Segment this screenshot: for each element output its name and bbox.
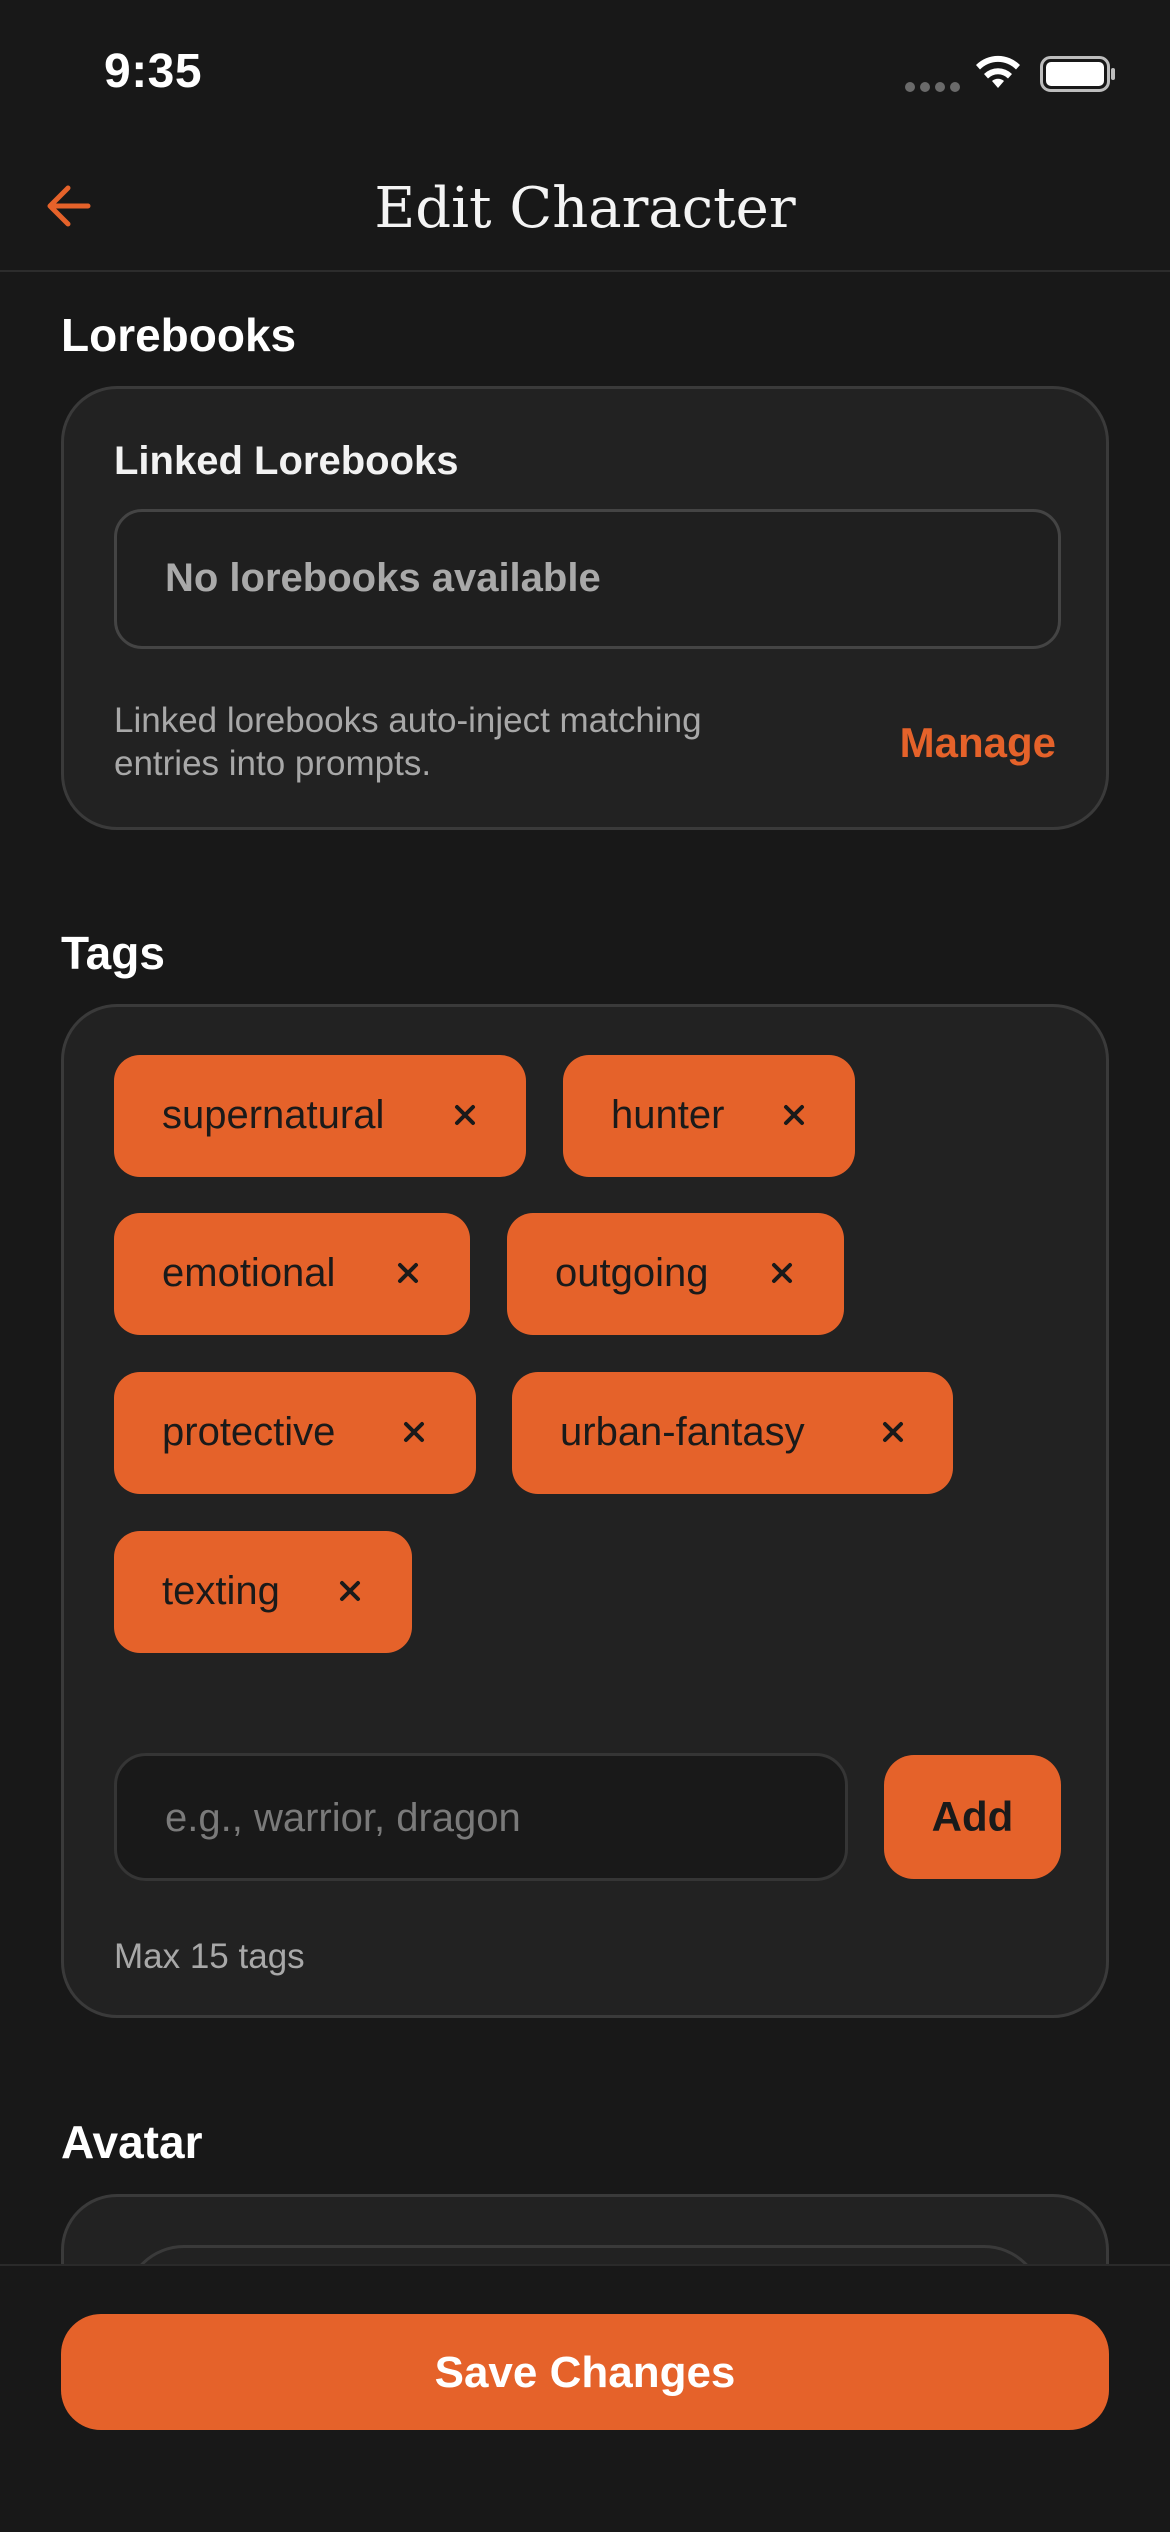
tag-input[interactable]: e.g., warrior, dragon	[114, 1753, 848, 1881]
tag-label: hunter	[611, 1093, 725, 1137]
max-tags-note: Max 15 tags	[114, 1937, 305, 1976]
tag-chip[interactable]: outgoing	[507, 1213, 844, 1335]
tag-label: urban-fantasy	[560, 1410, 805, 1454]
tag-chip[interactable]: hunter	[563, 1055, 855, 1177]
tags-section-title: Tags	[61, 927, 165, 979]
status-time: 9:35	[104, 45, 203, 98]
tag-label: outgoing	[555, 1251, 709, 1295]
tags-card: supernatural hunter emotional outgoing p…	[61, 1004, 1109, 2018]
close-icon[interactable]	[769, 1260, 795, 1286]
avatar-input[interactable]	[124, 2245, 1044, 2264]
add-tag-button[interactable]: Add	[884, 1755, 1061, 1879]
tag-chip[interactable]: texting	[114, 1531, 412, 1653]
footer-bar: Save Changes	[0, 2264, 1170, 2532]
form-content[interactable]: Lorebooks Linked Lorebooks No lorebooks …	[0, 274, 1170, 2264]
linked-lorebooks-label: Linked Lorebooks	[114, 439, 459, 483]
tag-chip[interactable]: emotional	[114, 1213, 470, 1335]
close-icon[interactable]	[337, 1578, 363, 1604]
lorebooks-card: Linked Lorebooks No lorebooks available …	[61, 386, 1109, 830]
battery-icon	[1040, 56, 1115, 92]
signal-icon	[905, 82, 961, 92]
lorebooks-helper-text: Linked lorebooks auto-inject matching en…	[114, 701, 702, 783]
close-icon[interactable]	[395, 1260, 421, 1286]
close-icon[interactable]	[781, 1102, 807, 1128]
tag-label: emotional	[162, 1251, 336, 1295]
tag-chip[interactable]: supernatural	[114, 1055, 526, 1177]
status-bar: 9:35	[0, 0, 1170, 140]
tag-input-placeholder: e.g., warrior, dragon	[165, 1796, 521, 1840]
close-icon[interactable]	[452, 1102, 478, 1128]
add-tag-label: Add	[931, 1793, 1014, 1840]
tag-chip[interactable]: urban-fantasy	[512, 1372, 953, 1494]
tag-label: texting	[162, 1569, 280, 1613]
tag-chip[interactable]: protective	[114, 1372, 476, 1494]
edit-character-screen: 9:35 Edit Character Lorebooks Linked Lor…	[0, 0, 1170, 2532]
tag-label: supernatural	[162, 1093, 385, 1137]
lorebooks-select[interactable]: No lorebooks available	[114, 509, 1061, 649]
lorebooks-section-title: Lorebooks	[61, 309, 297, 361]
page-title: Edit Character	[374, 176, 796, 241]
tag-label: protective	[162, 1410, 336, 1454]
close-icon[interactable]	[880, 1419, 906, 1445]
avatar-card	[61, 2194, 1109, 2264]
wifi-icon	[976, 55, 1020, 88]
lorebooks-select-value: No lorebooks available	[165, 556, 601, 600]
save-changes-button[interactable]: Save Changes	[61, 2314, 1109, 2430]
avatar-section-title: Avatar	[61, 2116, 203, 2168]
manage-lorebooks-link[interactable]: Manage	[900, 719, 1056, 767]
save-changes-label: Save Changes	[434, 2348, 736, 2397]
close-icon[interactable]	[401, 1419, 427, 1445]
navigation-bar: Edit Character	[0, 140, 1170, 272]
